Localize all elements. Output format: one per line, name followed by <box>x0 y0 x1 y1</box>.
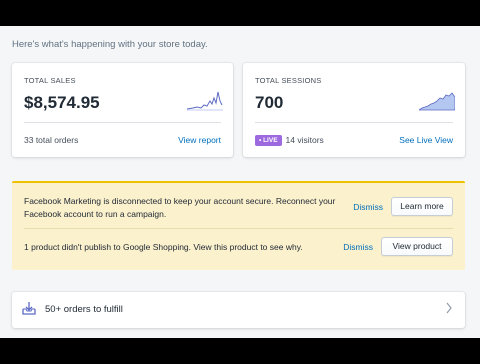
orders-to-fulfill-card[interactable]: 50+ orders to fulfill <box>12 292 465 328</box>
total-orders-text: 33 total orders <box>24 135 79 145</box>
banner-divider <box>24 228 453 229</box>
greeting-text: Here's what's happening with your store … <box>12 39 208 50</box>
live-badge: • LIVE <box>255 135 282 146</box>
sales-sparkline-icon <box>187 91 223 111</box>
sessions-sparkline-icon <box>419 92 455 111</box>
total-sales-card: TOTAL SALES $8,574.95 33 total orders Vi… <box>12 63 233 157</box>
orders-to-fulfill-label: 50+ orders to fulfill <box>45 304 123 315</box>
total-sessions-label: TOTAL SESSIONS <box>255 76 322 85</box>
facebook-dismiss-link[interactable]: Dismiss <box>353 202 383 212</box>
google-alert-text: 1 product didn't publish to Google Shopp… <box>24 242 303 252</box>
google-dismiss-link[interactable]: Dismiss <box>343 242 373 252</box>
home-dashboard: Here's what's happening with your store … <box>0 26 480 338</box>
learn-more-button[interactable]: Learn more <box>391 197 453 216</box>
facebook-alert-row: Facebook Marketing is disconnected to ke… <box>24 193 453 223</box>
total-sessions-value: 700 <box>255 93 284 112</box>
view-product-button[interactable]: View product <box>381 237 453 256</box>
view-report-link[interactable]: View report <box>178 135 221 145</box>
total-sales-label: TOTAL SALES <box>24 76 76 85</box>
total-sales-value: $8,574.95 <box>24 93 100 112</box>
visitors-count: 14 visitors <box>285 135 324 145</box>
facebook-alert-text: Facebook Marketing is disconnected to ke… <box>24 196 336 219</box>
download-tray-icon <box>22 302 36 315</box>
card-divider <box>255 122 453 123</box>
warning-banner: Facebook Marketing is disconnected to ke… <box>12 181 465 270</box>
chevron-right-icon <box>446 302 452 314</box>
live-visitors: • LIVE 14 visitors <box>255 135 324 146</box>
total-sessions-card: TOTAL SESSIONS 700 • LIVE 14 visitors See… <box>243 63 465 157</box>
google-alert-row: 1 product didn't publish to Google Shopp… <box>24 235 453 260</box>
card-divider <box>24 122 221 123</box>
see-live-view-link[interactable]: See Live View <box>399 135 453 145</box>
